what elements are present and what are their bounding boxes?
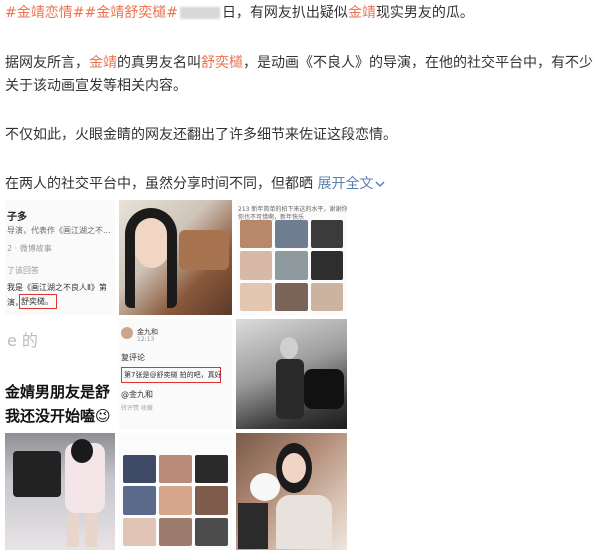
- p2-end: ，是动画《不良人》的导演，在他的社交平台中，有不少: [243, 55, 593, 71]
- post-line-1: #金靖恋情##金靖舒奕檤# 日，有网友扒出疑似金靖现实男友的瓜。: [5, 3, 474, 23]
- post-paragraph-2-line-2: 关于该动画宣发等相关内容。: [5, 78, 187, 94]
- image-gaming-photo[interactable]: [5, 433, 115, 550]
- highlight-box: 舒奕檤。: [19, 294, 57, 309]
- name-jinjing-link[interactable]: 金靖: [348, 5, 376, 21]
- faint-text: e 的: [7, 331, 38, 350]
- chevron-down-icon: [375, 181, 385, 188]
- profile-bio: 导演，代表作《画江湖之不...: [7, 226, 111, 235]
- wink-emoji-icon: 😉: [95, 407, 111, 425]
- image-comment-screenshot[interactable]: 金九和 12:13 复评论 第7张是@舒奕檤 拍的吧，真好 @金九和 转评赞 收…: [119, 319, 232, 429]
- image-profile-screenshot[interactable]: 子多 导演，代表作《画江湖之不... 2 · 微博故事 了该回答 我是《画江湖之…: [5, 200, 115, 315]
- profile-name-fragment: 子多: [7, 212, 27, 223]
- highlighted-name: 舒奕檤。: [21, 297, 53, 306]
- big-caption-2: 我还没开始嗑😉: [5, 407, 111, 425]
- p4-text: 在两人的社交平台中，虽然分享时间不同，但都晒: [5, 176, 313, 192]
- post-paragraph-2: 据网友所言，金靖的真男友名叫舒奕檤，是动画《不良人》的导演，在他的社交平台中，有…: [5, 53, 593, 73]
- line1-text-b: 现实男友的瓜。: [375, 5, 474, 21]
- profile-meta: 2 · 微博故事: [7, 244, 52, 253]
- blurred-date: [179, 7, 220, 19]
- image-grid: 子多 导演，代表作《画江湖之不... 2 · 微博故事 了该回答 我是《画江湖之…: [5, 200, 347, 552]
- mention: @金九和: [121, 390, 153, 399]
- image-text-crop[interactable]: e 的 金婧男朋友是舒 我还没开始嗑😉: [5, 319, 115, 429]
- p2-start: 据网友所言，: [5, 55, 89, 71]
- name-jinjing-link-2[interactable]: 金靖: [89, 55, 117, 71]
- collage2-thumbnails: [123, 455, 228, 546]
- image-bw-photo[interactable]: [236, 319, 347, 429]
- reply-label: 复评论: [121, 353, 145, 362]
- comment-time: 12:13: [137, 336, 155, 343]
- hashtag-jinjing-shuyitan[interactable]: #金靖舒奕檤#: [84, 5, 177, 21]
- line1-text-a: 日，有网友扒出疑似: [221, 5, 348, 21]
- image-photo-with-dog[interactable]: [236, 433, 347, 550]
- comment-highlight-box: 第7张是@舒奕檤 拍的吧，真好: [121, 367, 222, 383]
- post-paragraph-3: 不仅如此，火眼金睛的网友还翻出了许多细节来佐证这段恋情。: [5, 127, 397, 143]
- profile-quote: 我是《画江湖之不良人Ⅱ》第: [7, 283, 107, 292]
- name-shuyitan-link[interactable]: 舒奕檤: [201, 55, 243, 71]
- image-photo-collage[interactable]: 213 新年简单的拍下来这的水平，谢谢你出了 你也不可惜啊，新年快乐: [236, 200, 347, 315]
- image-selfie[interactable]: [119, 200, 232, 315]
- image-photo-collage-2[interactable]: [119, 433, 232, 550]
- big-caption-1: 金婧男朋友是舒: [5, 383, 111, 401]
- commenter-avatar: [121, 327, 133, 339]
- expand-full-text-link[interactable]: 展开全文: [317, 176, 385, 192]
- hashtag-jinjing-romance[interactable]: #金靖恋情#: [5, 5, 84, 21]
- comment-footer: 转评赞 收藏: [121, 405, 153, 412]
- post-paragraph-4: 在两人的社交平台中，虽然分享时间不同，但都晒 展开全文: [5, 174, 385, 194]
- highlighted-comment: 第7张是@舒奕檤 拍的吧，真好: [124, 371, 222, 379]
- answered-label: 了该回答: [7, 266, 39, 275]
- p2-mid: 的真男友名叫: [117, 55, 201, 71]
- collage-thumbnails: [240, 220, 343, 311]
